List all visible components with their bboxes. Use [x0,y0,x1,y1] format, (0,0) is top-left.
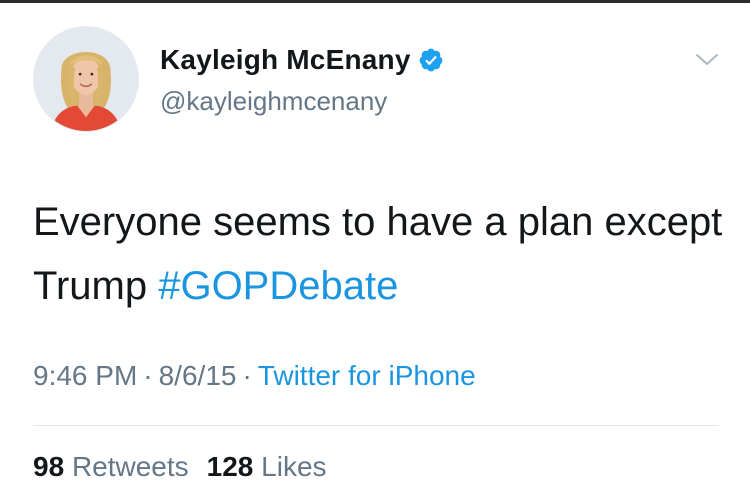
name-row: Kayleigh McEnany [160,42,444,78]
user-handle[interactable]: @kayleighmcenany [160,86,387,117]
avatar[interactable] [33,26,139,132]
avatar-photo [34,27,138,131]
tweet-date: 8/6/15 [158,360,237,391]
meta-separator: · [242,360,252,391]
tweet-card: Kayleigh McEnany @kayleighmcenany Everyo… [0,0,750,494]
display-name[interactable]: Kayleigh McEnany [160,44,411,76]
tweet-text: Everyone seems to have a plan except Tru… [33,190,723,318]
retweets-stat[interactable]: 98 Retweets [33,451,189,482]
tweet-meta: 9:46 PM · 8/6/15 · Twitter for iPhone [33,360,476,392]
verified-badge-icon [418,47,444,73]
meta-separator: · [143,360,153,391]
engagement-stats: 98 Retweets 128 Likes [33,451,327,483]
likes-stat[interactable]: 128 Likes [207,451,327,482]
source-link[interactable]: Twitter for iPhone [258,360,476,391]
hashtag-link[interactable]: #GOPDebate [158,264,398,308]
divider [33,425,719,426]
likes-count: 128 [206,451,254,482]
retweets-count: 98 [33,451,65,482]
tweet-time: 9:46 PM [33,360,138,391]
likes-label: Likes [261,451,327,482]
retweets-label: Retweets [71,451,189,482]
chevron-down-icon[interactable] [694,50,720,70]
